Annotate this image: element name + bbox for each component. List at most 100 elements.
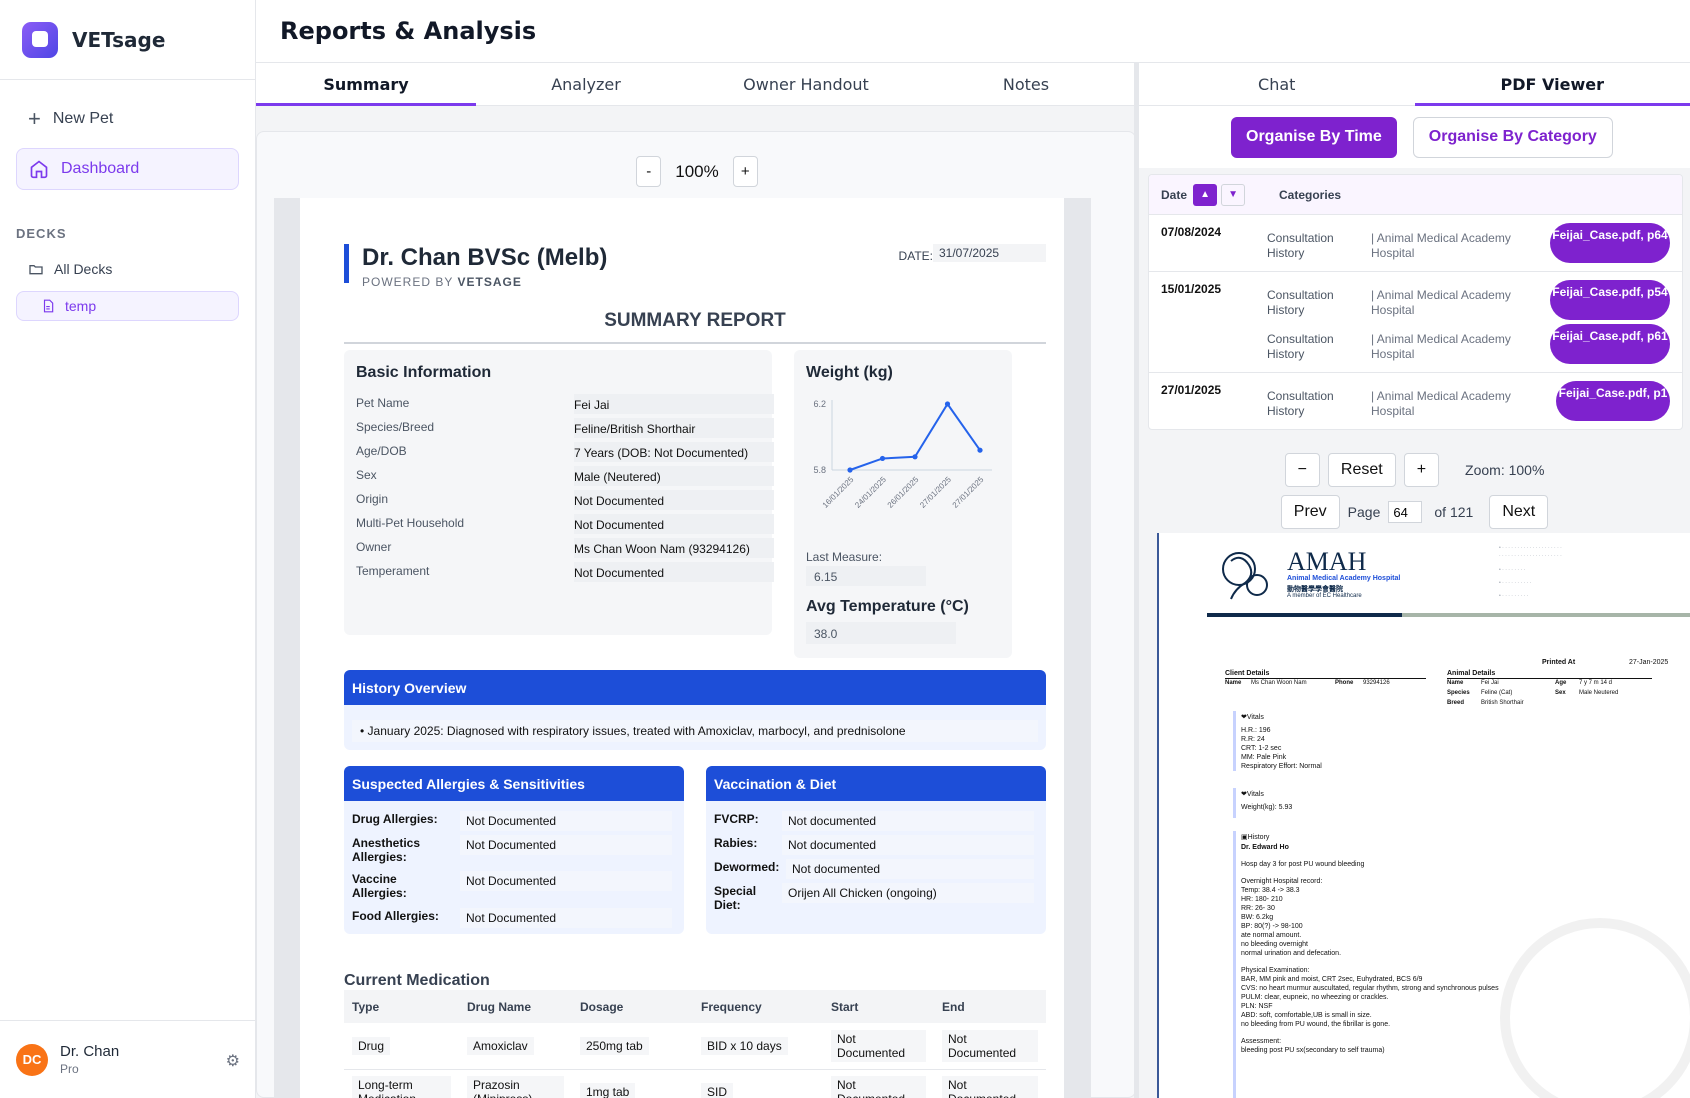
- vitals-heading: ❤Vitals: [1241, 714, 1264, 721]
- amah-member: A member of EC Healthcare: [1287, 593, 1362, 599]
- col-frequency: Frequency: [693, 990, 823, 1023]
- temperature-value: 38.0: [806, 622, 956, 644]
- pdf-link-button[interactable]: Feijai_Case.pdf, p64: [1550, 223, 1670, 263]
- table-row: Long-term Medication Prazosin (Minipress…: [344, 1069, 1046, 1098]
- med-drug: Prazosin (Minipress): [467, 1076, 564, 1098]
- history-line: Assessment:: [1241, 1038, 1282, 1045]
- sort-desc-icon[interactable]: ▼: [1221, 183, 1246, 206]
- history-line: normal urination and defecation.: [1241, 950, 1342, 957]
- species-value: Feline (Cat): [1481, 690, 1513, 696]
- date-label: DATE:: [898, 249, 933, 263]
- deck-item-temp[interactable]: temp: [16, 291, 239, 321]
- amah-logo-text: AMAH: [1287, 547, 1367, 576]
- right-tabs: Chat PDF Viewer: [1139, 63, 1690, 106]
- history-line: Temp: 38.4 -> 38.3: [1241, 887, 1300, 894]
- zoom-out-button[interactable]: -: [636, 156, 662, 187]
- pdf-link-button[interactable]: Feijai_Case.pdf, p54: [1550, 280, 1670, 320]
- next-page-button[interactable]: Next: [1489, 495, 1549, 529]
- zoom-value: 100%: [675, 161, 719, 181]
- history-line: ABD: soft, comfortable,UB is small in si…: [1241, 1012, 1372, 1019]
- info-label: Sex: [356, 468, 377, 482]
- sort-asc-icon[interactable]: ▲: [1193, 183, 1218, 206]
- phone-label: Phone: [1335, 680, 1354, 686]
- organise-by-time-button[interactable]: Organise By Time: [1231, 116, 1397, 158]
- tab-chat[interactable]: Chat: [1139, 63, 1415, 105]
- header-accent-bar: [344, 244, 349, 283]
- summary-report-page: Dr. Chan BVSc (Melb) POWERED BY VETSAGE …: [300, 198, 1064, 1098]
- header-rule: [1207, 613, 1402, 617]
- all-decks-label: All Decks: [54, 261, 113, 277]
- web-line: • · · · · · · · · ·: [1499, 593, 1529, 599]
- pdf-pane: Chat PDF Viewer Organise By Time Organis…: [1139, 63, 1690, 1098]
- weight-line-chart: 6.25.816/01/202524/01/202526/01/202527/0…: [813, 399, 992, 510]
- med-dosage: 1mg tab: [580, 1083, 636, 1098]
- address-line: · · · · · · · · · · · · · · · · · · · · …: [1499, 553, 1562, 559]
- vitals-title: Vitals: [1246, 714, 1264, 721]
- x-tick-label: 27/01/2025: [918, 475, 953, 510]
- medication-heading: Current Medication: [344, 972, 490, 989]
- history-line: BAR, MM pink and moist, CRT 2sec, Euhydr…: [1241, 976, 1423, 983]
- table-row: Drug Amoxiclav 250mg tab BID x 10 days N…: [344, 1023, 1046, 1070]
- paper-gutter: Dr. Chan BVSc (Melb) POWERED BY VETSAGE …: [274, 198, 1091, 1098]
- tab-pdf-viewer[interactable]: PDF Viewer: [1414, 63, 1690, 106]
- page-label: Page: [1347, 504, 1381, 520]
- pdf-link-button[interactable]: Feijai_Case.pdf, p1: [1556, 381, 1670, 421]
- timeline-date: 15/01/2025: [1161, 282, 1222, 296]
- info-label: Age/DOB: [356, 444, 407, 458]
- history-line: Overnight Hospital record:: [1241, 878, 1323, 885]
- organise-by-category-button[interactable]: Organise By Category: [1412, 116, 1613, 158]
- pdf-page: AMAH Animal Medical Academy Hospital 動物醫…: [1157, 533, 1690, 1098]
- zoom-controls: − Reset + Zoom: 100%: [1139, 450, 1690, 490]
- header-rule: [1402, 613, 1690, 617]
- vitals-heading: ❤Vitals: [1241, 791, 1264, 798]
- info-value: Ms Chan Woon Nam (93294126): [574, 538, 774, 558]
- vaccination-label: FVCRP:: [714, 812, 759, 826]
- species-label: Species: [1447, 690, 1470, 696]
- printed-at-label: Printed At: [1542, 659, 1576, 666]
- history-line: Hosp day 3 for post PU wound bleeding: [1241, 861, 1365, 868]
- info-value: Fei Jai: [574, 394, 774, 414]
- user-footer[interactable]: DC Dr. Chan Pro ⚙: [0, 1020, 256, 1098]
- timeline-category: Consultation History: [1267, 389, 1334, 418]
- all-decks-link[interactable]: All Decks: [28, 261, 255, 277]
- timeline-source: | Animal Medical Academy Hospital: [1371, 231, 1511, 260]
- pdf-link-button[interactable]: Feijai_Case.pdf, p61: [1550, 324, 1670, 364]
- col-end: End: [934, 990, 1046, 1023]
- prev-page-button[interactable]: Prev: [1280, 495, 1340, 529]
- zoom-in-button[interactable]: +: [732, 156, 758, 187]
- plus-icon: +: [28, 106, 41, 131]
- history-line: CVS: no heart murmur auscultated, regula…: [1241, 985, 1499, 992]
- med-frequency: SID: [701, 1083, 734, 1098]
- sidebar-item-dashboard[interactable]: Dashboard: [16, 148, 239, 190]
- allergy-label: Vaccine Allergies:: [352, 872, 407, 900]
- pdf-zoom-in-button[interactable]: +: [1403, 453, 1440, 487]
- tab-notes[interactable]: Notes: [916, 63, 1136, 105]
- watermark-logo-icon: [1500, 918, 1690, 1098]
- weight-point: [847, 467, 853, 473]
- last-measure-value: 6.15: [806, 566, 926, 586]
- last-measure-label: Last Measure:: [806, 550, 883, 564]
- timeline-category: Consultation History: [1267, 231, 1334, 260]
- tab-analyzer[interactable]: Analyzer: [476, 63, 696, 105]
- gear-icon[interactable]: ⚙: [226, 1051, 240, 1071]
- page-controls: Prev Page of 121 Next: [1139, 492, 1690, 532]
- info-value: 7 Years (DOB: Not Documented): [574, 442, 774, 462]
- client-details-heading: Client Details: [1225, 669, 1426, 679]
- med-end: Not Documented: [942, 1029, 1038, 1062]
- animal-details-heading: Animal Details: [1447, 669, 1652, 679]
- report-tabs: Summary Analyzer Owner Handout Notes: [256, 63, 1136, 106]
- timeline-source: | Animal Medical Academy Hospital: [1371, 288, 1511, 317]
- col-drug-name: Drug Name: [459, 990, 572, 1023]
- tab-summary[interactable]: Summary: [256, 63, 476, 106]
- tab-owner-handout[interactable]: Owner Handout: [696, 63, 916, 105]
- doctor-name: Dr. Chan BVSc (Melb): [362, 244, 608, 271]
- timeline-source: | Animal Medical Academy Hospital: [1371, 389, 1511, 418]
- new-pet-button[interactable]: + New Pet: [28, 104, 255, 134]
- brand[interactable]: VETsage: [0, 0, 255, 80]
- vitals-line: R.R: 24: [1241, 736, 1265, 743]
- allergy-value: Not Documented: [460, 871, 672, 891]
- history-line: no bleeding overnight: [1241, 941, 1308, 948]
- page-number-input[interactable]: [1388, 501, 1423, 523]
- pdf-zoom-out-button[interactable]: −: [1284, 453, 1320, 487]
- pdf-reset-button[interactable]: Reset: [1327, 453, 1396, 487]
